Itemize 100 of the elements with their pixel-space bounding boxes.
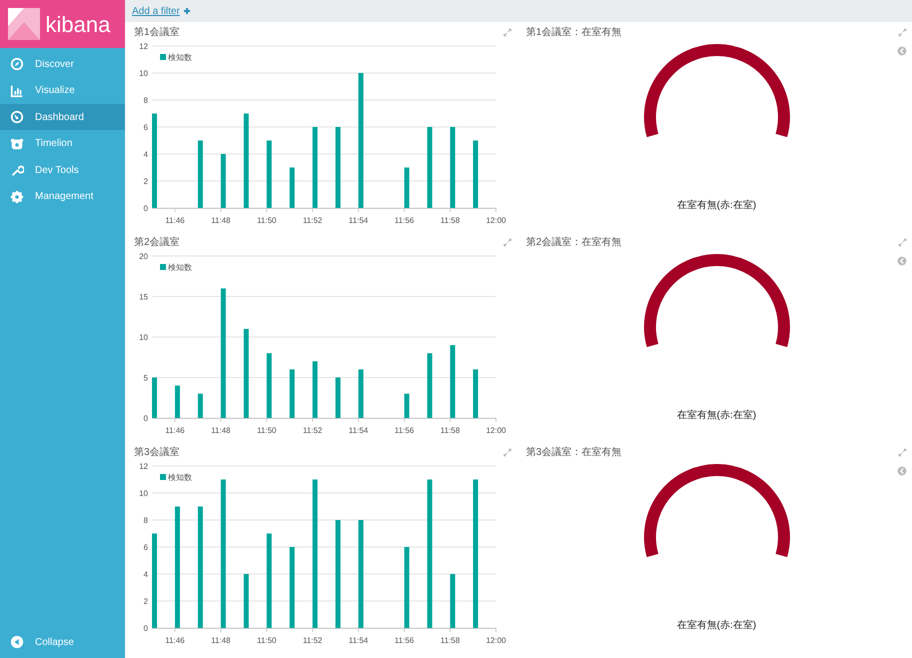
axis-tick-label: 11:52 <box>302 426 322 434</box>
axis-tick-label: 15 <box>139 292 148 302</box>
bar[interactable] <box>220 480 226 628</box>
chevron-left-icon <box>897 466 907 476</box>
axis-tick-label: 11:52 <box>302 216 322 224</box>
bar[interactable] <box>290 547 295 628</box>
logo-text: kibana <box>46 10 110 38</box>
bar[interactable] <box>473 140 478 208</box>
expand-icon <box>503 448 512 457</box>
bar[interactable] <box>404 168 410 208</box>
bar[interactable] <box>312 127 318 208</box>
add-filter-link[interactable]: Add a filter <box>132 4 191 18</box>
logo-icon <box>8 8 40 40</box>
panel-title: 第1会議室：在室有無 <box>526 26 622 40</box>
axis-tick-label: 11:54 <box>348 426 368 434</box>
bar[interactable] <box>450 574 456 628</box>
nav-item[interactable]: Discover <box>0 50 125 78</box>
axis-tick-label: 8 <box>144 516 148 525</box>
legend-label[interactable]: 検知数 <box>168 263 192 272</box>
axis-tick-label: 2 <box>144 177 148 186</box>
axis-tick-label: 11:46 <box>165 426 185 434</box>
axis-tick-label: 2 <box>144 597 148 606</box>
bar[interactable] <box>358 369 364 418</box>
bar[interactable] <box>335 378 340 418</box>
bar[interactable] <box>174 386 180 418</box>
legend-label[interactable]: 検知数 <box>168 53 192 62</box>
expand-icon <box>898 238 907 247</box>
chevron-left-icon <box>897 256 907 266</box>
panel-title: 第1会議室 <box>134 26 180 40</box>
collapse-button[interactable]: Collapse <box>0 628 125 656</box>
bar[interactable] <box>450 127 456 208</box>
plus-icon <box>182 7 191 15</box>
bar[interactable] <box>450 345 456 418</box>
axis-tick-label: 11:48 <box>211 636 231 644</box>
bar[interactable] <box>312 361 318 418</box>
bar[interactable] <box>198 506 203 628</box>
bar[interactable] <box>427 127 432 208</box>
axis-tick-label: 11:50 <box>256 426 276 434</box>
axis-tick-label: 12:00 <box>486 426 506 434</box>
bar[interactable] <box>198 140 203 208</box>
dashboard-icon <box>10 110 24 124</box>
bar[interactable] <box>312 480 318 628</box>
axis-tick-label: 0 <box>144 414 148 423</box>
bar[interactable] <box>198 394 203 418</box>
axis-tick-label: 6 <box>144 123 148 132</box>
bar[interactable] <box>358 520 364 628</box>
bar[interactable] <box>473 369 478 418</box>
nav-item[interactable]: Timelion <box>0 130 125 157</box>
bar[interactable] <box>290 168 295 208</box>
bar[interactable] <box>335 127 340 208</box>
panel-title: 第2会議室：在室有無 <box>526 236 622 250</box>
nav-item[interactable]: Visualize <box>0 77 125 104</box>
gauge-label: 在室有無(赤:在室) <box>676 198 756 213</box>
bar[interactable] <box>244 574 249 628</box>
bar[interactable] <box>220 288 226 418</box>
panel-title: 第3会議室：在室有無 <box>526 446 622 460</box>
panel-title: 第2会議室 <box>134 236 180 250</box>
axis-tick-label: 4 <box>144 150 148 159</box>
legend-label[interactable]: 検知数 <box>168 473 192 482</box>
gauge-label: 在室有無(赤:在室) <box>676 408 756 423</box>
bar[interactable] <box>473 480 478 628</box>
bar[interactable] <box>290 369 295 418</box>
gauge-label: 在室有無(赤:在室) <box>676 618 756 633</box>
nav-item[interactable]: Dev Tools <box>0 156 125 184</box>
axis-tick-label: 11:56 <box>394 216 414 224</box>
collapse-icon <box>10 635 24 649</box>
bar[interactable] <box>266 353 272 418</box>
bar[interactable] <box>266 534 272 628</box>
axis-tick-label: 11:54 <box>348 216 368 224</box>
bar[interactable] <box>244 114 249 208</box>
axis-tick-label: 11:46 <box>165 216 185 224</box>
bar[interactable] <box>335 520 340 628</box>
bar[interactable] <box>427 353 432 418</box>
bar-chart-icon <box>10 84 24 98</box>
bar[interactable] <box>358 73 364 208</box>
axis-tick-label: 11:48 <box>211 216 231 224</box>
gear-icon <box>10 190 24 204</box>
bar[interactable] <box>174 506 180 628</box>
axis-tick-label: 4 <box>144 570 148 579</box>
axis-tick-label: 12 <box>139 42 148 51</box>
bar[interactable] <box>266 140 272 208</box>
bar[interactable] <box>404 394 410 418</box>
axis-tick-label: 12:00 <box>486 636 506 644</box>
axis-tick-label: 11:50 <box>256 216 276 224</box>
bar[interactable] <box>404 547 410 628</box>
bar[interactable] <box>244 328 249 418</box>
axis-tick-label: 11:58 <box>440 636 460 644</box>
axis-tick-label: 11:56 <box>394 426 414 434</box>
nav-item[interactable]: Dashboard <box>0 104 125 130</box>
legend-swatch <box>160 474 166 480</box>
bar[interactable] <box>427 480 432 628</box>
compass-icon <box>10 57 24 71</box>
axis-tick-label: 10 <box>139 69 148 78</box>
wrench-icon <box>10 163 24 177</box>
axis-tick-label: 0 <box>144 624 148 633</box>
axis-tick-label: 11:46 <box>165 636 185 644</box>
bar[interactable] <box>220 154 226 208</box>
chevron-left-icon <box>897 46 907 56</box>
axis-tick-label: 0 <box>144 204 148 213</box>
nav-item[interactable]: Management <box>0 183 125 210</box>
